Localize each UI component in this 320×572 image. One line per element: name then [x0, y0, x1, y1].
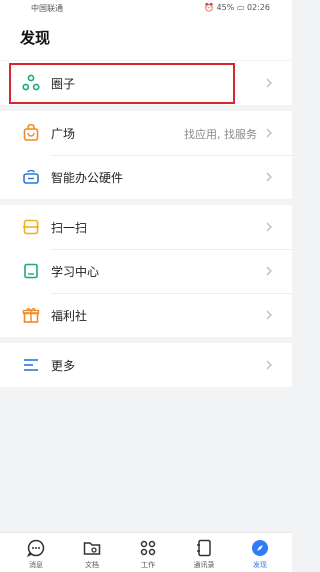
menu-item-more[interactable]: 更多 — [0, 343, 292, 387]
folder-icon — [83, 542, 101, 555]
contacts-book-icon — [197, 539, 211, 557]
nav-work[interactable]: 工作 — [128, 533, 168, 572]
book-icon — [24, 263, 38, 279]
chevron-right-icon — [266, 78, 272, 88]
nav-label: 发现 — [253, 561, 267, 569]
office-device-icon — [23, 169, 39, 184]
menu-item-label: 福利社 — [51, 309, 88, 323]
grid-icon — [140, 540, 156, 556]
menu-item-plaza[interactable]: 广场 找应用, 找服务 — [0, 111, 292, 155]
shopping-bag-icon — [23, 124, 39, 141]
menu-item-scan[interactable]: 扫一扫 — [0, 205, 292, 249]
menu-item-label: 扫一扫 — [51, 221, 88, 235]
status-right: ⏰ 45% ▭ 02:26 — [204, 3, 270, 12]
chevron-right-icon — [266, 128, 272, 138]
nav-label: 消息 — [29, 561, 43, 569]
bottom-nav: 消息 文档 工作 通讯录 发现 — [0, 532, 292, 572]
nav-discover[interactable]: 发现 — [240, 533, 280, 572]
alarm-icon: ⏰ — [203, 3, 214, 12]
nav-label: 工作 — [141, 561, 155, 569]
menu-item-subtitle: 找应用, 找服务 — [184, 128, 257, 141]
page-title: 发现 — [20, 29, 51, 47]
menu-item-label: 广场 — [51, 127, 76, 141]
nav-label: 通讯录 — [193, 561, 215, 569]
menu-item-welfare[interactable]: 福利社 — [0, 293, 292, 337]
scan-icon — [23, 219, 39, 235]
compass-icon — [252, 540, 268, 556]
group-more: 更多 — [0, 343, 292, 387]
selection-highlight — [9, 63, 235, 104]
menu-item-hardware[interactable]: 智能办公硬件 — [0, 155, 292, 199]
menu-item-label: 更多 — [51, 359, 76, 373]
battery-icon: ▭ — [236, 3, 245, 12]
header: 发现 — [0, 16, 292, 60]
menu-item-learning[interactable]: 学习中心 — [0, 249, 292, 293]
gift-icon — [22, 307, 40, 323]
chat-bubble-icon — [26, 539, 45, 558]
carrier-text: 中国联通 — [31, 4, 63, 13]
group-tools: 扫一扫 学习中心 福利社 — [0, 205, 292, 337]
nav-docs[interactable]: 文档 — [72, 533, 112, 572]
clock: 02:26 — [246, 3, 270, 12]
nav-label: 文档 — [85, 561, 99, 569]
chevron-right-icon — [266, 266, 272, 276]
chevron-right-icon — [266, 172, 272, 182]
chevron-right-icon — [266, 360, 272, 370]
chevron-right-icon — [266, 222, 272, 232]
battery-level: 45% — [216, 3, 235, 12]
menu-item-label: 学习中心 — [51, 265, 100, 279]
group-plaza: 广场 找应用, 找服务 智能办公硬件 — [0, 111, 292, 199]
menu-lines-icon — [24, 359, 38, 371]
status-bar: 中国联通 ⏰ 45% ▭ 02:26 — [0, 0, 292, 16]
chevron-right-icon — [266, 310, 272, 320]
nav-messages[interactable]: 消息 — [16, 533, 56, 572]
nav-contacts[interactable]: 通讯录 — [184, 533, 224, 572]
menu-item-label: 智能办公硬件 — [51, 171, 124, 185]
